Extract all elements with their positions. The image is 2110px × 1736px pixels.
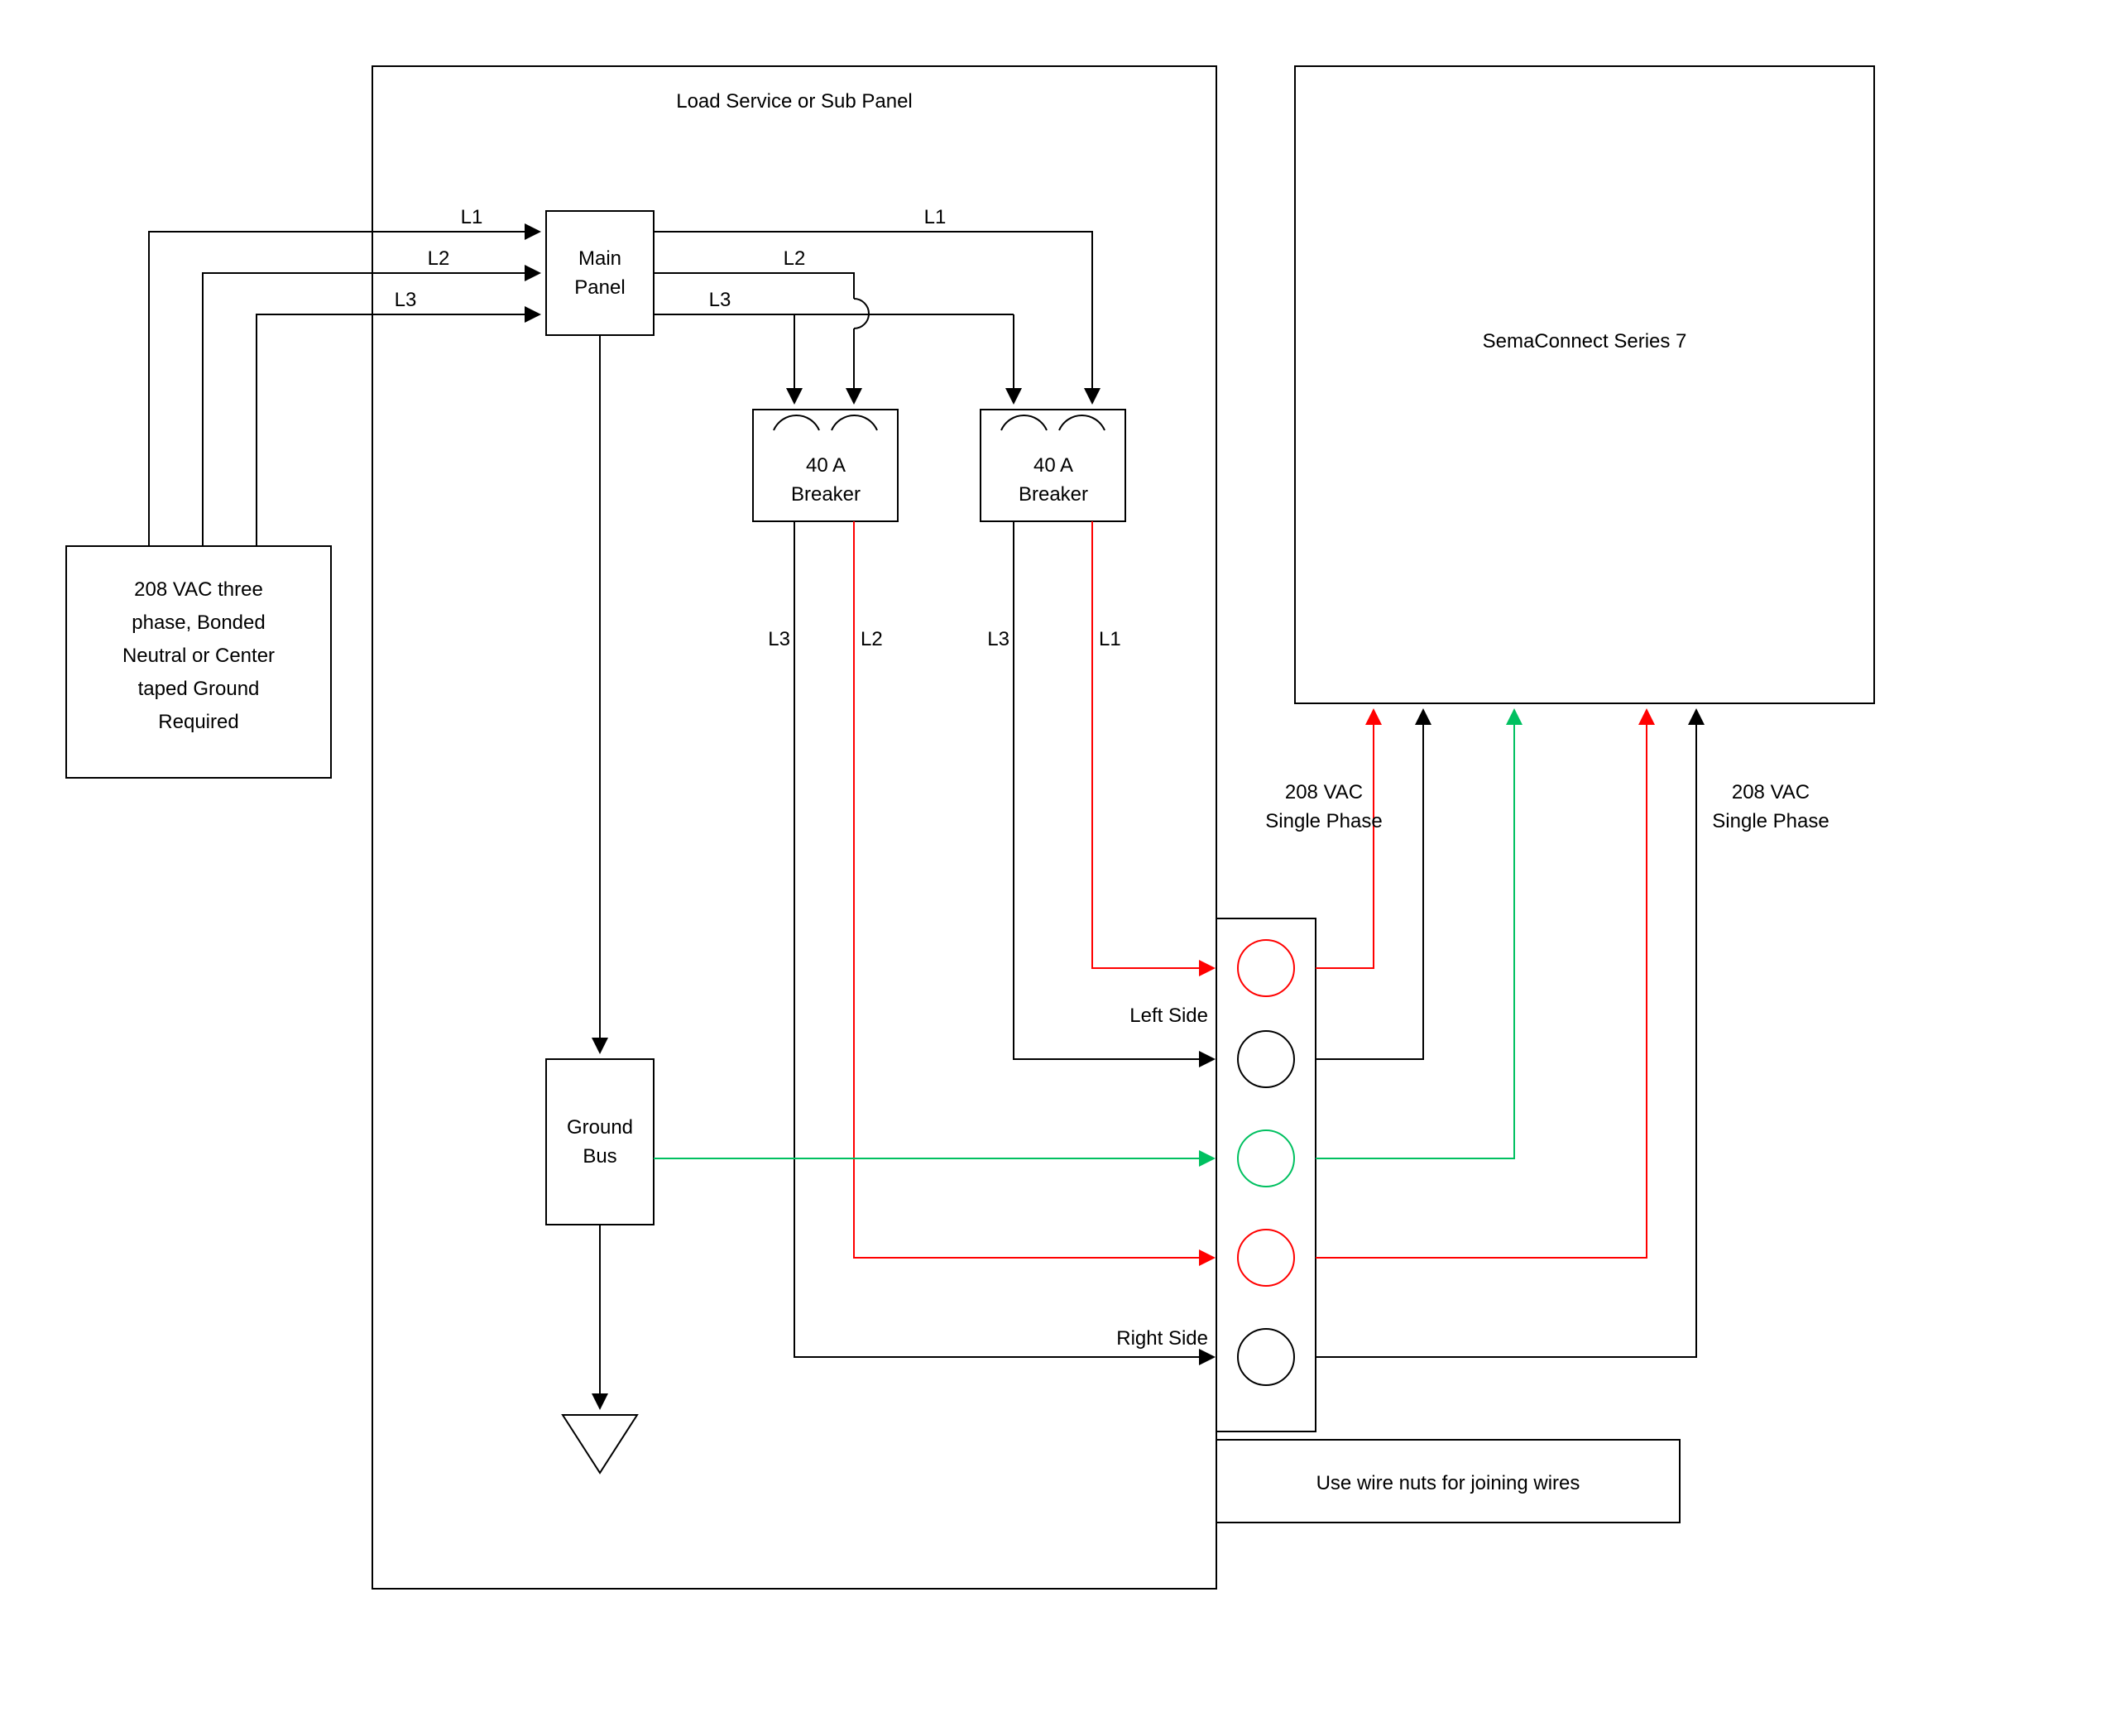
label-src-L3: L3 <box>395 289 417 311</box>
label-mp-L2: L2 <box>784 247 806 270</box>
wire-t2-dev <box>1316 712 1423 1059</box>
source-l3: Neutral or Center <box>122 645 275 667</box>
label-src-L2: L2 <box>428 247 450 270</box>
breaker2-l2: Breaker <box>1019 483 1088 506</box>
breaker2-l1: 40 A <box>1033 454 1073 477</box>
device-box <box>1295 66 1874 703</box>
label-b1-L3: L3 <box>768 628 790 650</box>
source-l4: taped Ground <box>138 678 260 700</box>
wiring-diagram: Load Service or Sub Panel 208 VAC three … <box>0 0 2110 1736</box>
breaker1-l1: 40 A <box>806 454 846 477</box>
main-panel-l1: Main <box>578 247 621 270</box>
terminal-2 <box>1238 1031 1294 1087</box>
source-l2: phase, Bonded <box>132 611 265 634</box>
label-mp-L1: L1 <box>924 206 947 228</box>
breaker1-l2: Breaker <box>791 483 861 506</box>
ground-bus-box <box>546 1059 654 1225</box>
label-b2-L1: L1 <box>1099 628 1121 650</box>
wire-t4-dev <box>1316 712 1647 1258</box>
source-l5: Required <box>158 711 238 733</box>
label-mp-L3: L3 <box>709 289 731 311</box>
left-side-label: Left Side <box>1129 1005 1208 1027</box>
terminal-1 <box>1238 940 1294 996</box>
label-b2-L3: L3 <box>987 628 1009 650</box>
source-l1: 208 VAC three <box>134 578 263 601</box>
vac-right-l1: 208 VAC <box>1732 781 1810 803</box>
ground-bus-l1: Ground <box>567 1116 633 1139</box>
label-src-L1: L1 <box>461 206 483 228</box>
vac-right-l2: Single Phase <box>1712 810 1829 832</box>
title-label: Load Service or Sub Panel <box>676 90 913 113</box>
terminal-5 <box>1238 1329 1294 1385</box>
vac-left-l1: 208 VAC <box>1285 781 1363 803</box>
right-side-label: Right Side <box>1116 1327 1208 1350</box>
wire-t3-dev <box>1316 712 1514 1158</box>
terminal-4 <box>1238 1230 1294 1286</box>
main-panel-l2: Panel <box>574 276 625 299</box>
device-label: SemaConnect Series 7 <box>1483 330 1687 352</box>
wire-t1-dev <box>1316 712 1374 968</box>
vac-left-l2: Single Phase <box>1265 810 1382 832</box>
ground-bus-l2: Bus <box>583 1145 616 1168</box>
label-b1-L2: L2 <box>861 628 883 650</box>
wire-nuts-label: Use wire nuts for joining wires <box>1316 1472 1580 1494</box>
terminal-3 <box>1238 1130 1294 1187</box>
main-panel-box <box>546 211 654 335</box>
